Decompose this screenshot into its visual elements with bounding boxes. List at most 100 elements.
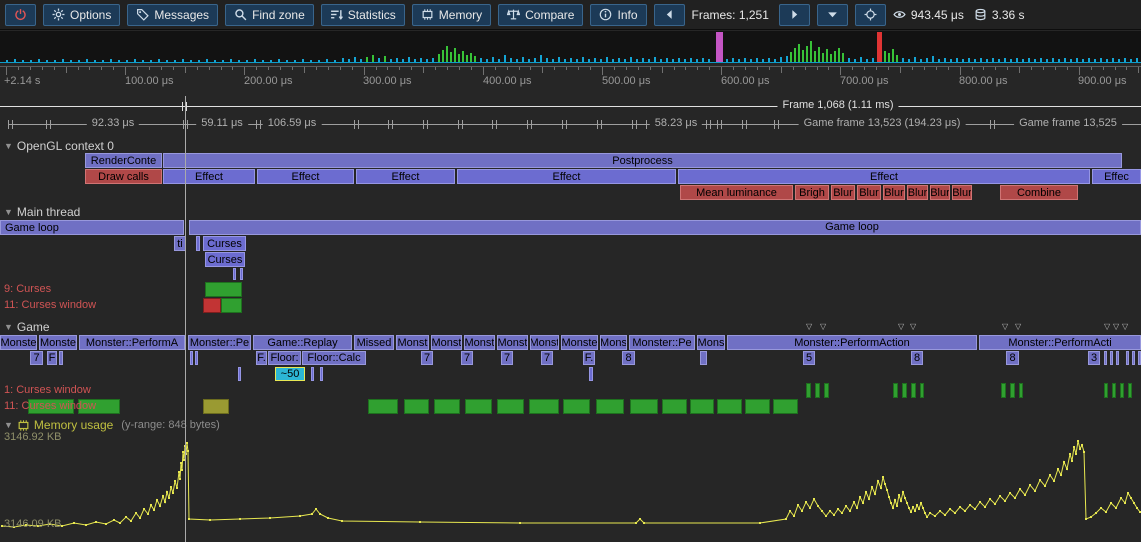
timeline-zone[interactable]: [189, 220, 1141, 235]
message-marker[interactable]: ▽: [898, 323, 904, 331]
timeline-zone[interactable]: ~50: [275, 367, 305, 381]
timeline-zone[interactable]: Mons: [600, 335, 627, 350]
timeline-zone[interactable]: Effect: [163, 169, 255, 184]
message-marker[interactable]: ▽: [820, 323, 826, 331]
lock-timeline-bar[interactable]: [773, 399, 798, 414]
memory-button[interactable]: Memory: [412, 4, 491, 26]
prev-frame-button[interactable]: [654, 4, 685, 26]
timeline-zone[interactable]: [238, 367, 241, 381]
timeline-zone[interactable]: RenderConte: [85, 153, 162, 168]
timeline-zone[interactable]: Missed: [354, 335, 394, 350]
timeline-zone[interactable]: Floor:: [268, 351, 301, 365]
timeline-zone[interactable]: 7: [421, 351, 433, 365]
timeline-zone[interactable]: Blur: [883, 185, 905, 200]
info-button[interactable]: Info: [590, 4, 646, 26]
timeline-zone[interactable]: Monster::PerformA: [79, 335, 185, 350]
message-marker[interactable]: ▽: [1122, 323, 1128, 331]
timeline-zone[interactable]: Blur: [831, 185, 855, 200]
frame-set-button[interactable]: [817, 4, 848, 26]
timeline-zone[interactable]: [240, 268, 243, 280]
timeline-zone[interactable]: 7: [541, 351, 553, 365]
timeline-zone[interactable]: [233, 268, 236, 280]
goto-frame-button[interactable]: [855, 4, 886, 26]
compare-button[interactable]: Compare: [498, 4, 583, 26]
message-marker[interactable]: ▽: [910, 323, 916, 331]
timeline-zone[interactable]: Monste: [561, 335, 598, 350]
lock-timeline-bar[interactable]: [893, 383, 898, 398]
message-marker[interactable]: ▽: [806, 323, 812, 331]
timeline-zone[interactable]: [195, 351, 198, 365]
timeline-zone[interactable]: 8: [1006, 351, 1019, 365]
lock-timeline-bar[interactable]: [911, 383, 916, 398]
timeline-zone[interactable]: Effect: [257, 169, 354, 184]
section-header-game[interactable]: ▼Game: [4, 320, 50, 334]
lock-timeline-bar[interactable]: [203, 298, 221, 313]
lock-timeline-bar[interactable]: [1019, 383, 1023, 398]
next-frame-button[interactable]: [779, 4, 810, 26]
lock-timeline-bar[interactable]: [1128, 383, 1132, 398]
timeline-zone[interactable]: 8: [911, 351, 923, 365]
timeline-zone[interactable]: [311, 367, 314, 381]
timeline-zone[interactable]: Effect: [356, 169, 455, 184]
lock-timeline-bar[interactable]: [1010, 383, 1015, 398]
statistics-button[interactable]: Statistics: [321, 4, 405, 26]
lock-timeline-bar[interactable]: [465, 399, 492, 414]
lock-timeline-bar[interactable]: [221, 298, 242, 313]
timeline-zone[interactable]: 7: [30, 351, 43, 365]
lock-timeline-bar[interactable]: [824, 383, 829, 398]
lock-timeline-bar[interactable]: [404, 399, 429, 414]
message-marker[interactable]: ▽: [1113, 323, 1119, 331]
memory-usage-plot[interactable]: [0, 437, 1141, 542]
timeline-zone[interactable]: Monster::Pe: [188, 335, 251, 350]
timeline-zone[interactable]: Postprocess: [163, 153, 1122, 168]
timeline-zone[interactable]: F: [47, 351, 57, 365]
timeline-zone[interactable]: [1116, 351, 1119, 365]
timeline-zone[interactable]: Monst: [464, 335, 495, 350]
message-marker[interactable]: ▽: [1015, 323, 1021, 331]
timeline-zone[interactable]: 7: [461, 351, 473, 365]
timeline-zone[interactable]: Monst: [396, 335, 429, 350]
timeline-zone[interactable]: Effect: [678, 169, 1090, 184]
timeline-zone[interactable]: [320, 367, 323, 381]
section-header-main-thread[interactable]: ▼Main thread: [4, 205, 80, 219]
lock-timeline-bar[interactable]: [1001, 383, 1006, 398]
timeline-zone[interactable]: Blur: [907, 185, 928, 200]
timeline-zone[interactable]: Monst: [497, 335, 528, 350]
lock-timeline-bar[interactable]: [205, 282, 242, 297]
collapse-icon[interactable]: ▼: [4, 420, 13, 430]
lock-timeline-bar[interactable]: [368, 399, 398, 414]
lock-timeline-bar[interactable]: [690, 399, 714, 414]
timeline-zone[interactable]: Brigh: [795, 185, 829, 200]
timeline-zone[interactable]: Effec: [1092, 169, 1141, 184]
timeline-zone[interactable]: [59, 351, 63, 365]
lock-timeline-bar[interactable]: [203, 399, 229, 414]
timeline-zone[interactable]: Floor::Calc: [302, 351, 366, 365]
lock-timeline-bar[interactable]: [806, 383, 811, 398]
lock-timeline-bar[interactable]: [434, 399, 460, 414]
message-marker[interactable]: ▽: [1104, 323, 1110, 331]
collapse-icon[interactable]: ▼: [4, 322, 13, 332]
timeline-zone[interactable]: Effect: [457, 169, 676, 184]
frame-histogram[interactable]: [0, 31, 1141, 63]
timeline-zone[interactable]: Combine: [1000, 185, 1078, 200]
timeline-zone[interactable]: Monster::PerformAction: [727, 335, 977, 350]
lock-timeline-bar[interactable]: [563, 399, 590, 414]
timeline-zone[interactable]: Blur: [952, 185, 972, 200]
message-marker[interactable]: ▽: [1002, 323, 1008, 331]
collapse-icon[interactable]: ▼: [4, 207, 13, 217]
lock-timeline-bar[interactable]: [920, 383, 924, 398]
timeline-zone[interactable]: 7: [501, 351, 513, 365]
timeline-zone[interactable]: [1110, 351, 1113, 365]
timeline-zone[interactable]: Mean luminance: [680, 185, 793, 200]
lock-timeline-bar[interactable]: [1112, 383, 1116, 398]
timeline-zone[interactable]: Mons: [697, 335, 725, 350]
timeline-zone[interactable]: [1126, 351, 1129, 365]
lock-timeline-bar[interactable]: [1120, 383, 1124, 398]
lock-timeline-bar[interactable]: [902, 383, 907, 398]
messages-button[interactable]: Messages: [127, 4, 218, 26]
timeline-zone[interactable]: [700, 351, 707, 365]
timeline-zone[interactable]: F.: [583, 351, 595, 365]
timeline-zone[interactable]: Monste: [39, 335, 77, 350]
timeline-zone[interactable]: [1132, 351, 1135, 365]
timeline-zone[interactable]: 3: [1088, 351, 1100, 365]
